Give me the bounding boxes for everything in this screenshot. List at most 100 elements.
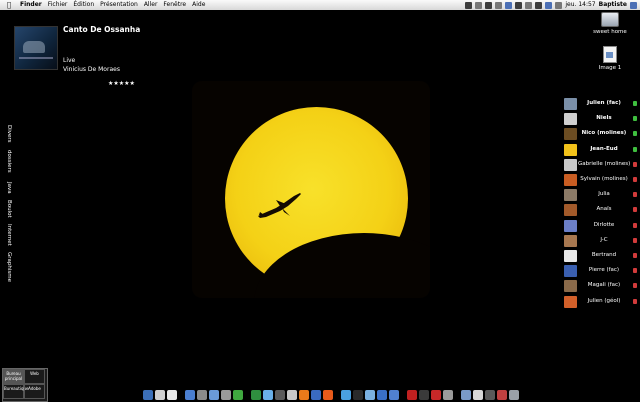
wifi-icon[interactable] bbox=[525, 1, 533, 9]
menu-finder[interactable]: Finder bbox=[17, 0, 45, 10]
buddy-status-icon bbox=[633, 253, 637, 258]
buddy-avatar-icon bbox=[564, 98, 577, 110]
desktop-icon-sweet-home[interactable]: sweet home bbox=[582, 12, 638, 35]
buddy-row[interactable]: Magali (fac) bbox=[561, 279, 640, 294]
apple-menu-icon[interactable]:  bbox=[5, 1, 13, 9]
side-dock-divers[interactable]: Divers bbox=[0, 125, 12, 143]
dock-app-icon[interactable] bbox=[509, 390, 519, 400]
menu-aller[interactable]: Aller bbox=[141, 0, 161, 10]
menu-clock[interactable]: jeu. 14:57 bbox=[565, 0, 595, 10]
dock-app-icon[interactable] bbox=[155, 390, 165, 400]
buddy-row[interactable]: Jean-Eud bbox=[561, 143, 640, 158]
language-flag-icon[interactable] bbox=[545, 1, 553, 9]
desktop-icon-label: Image 1 bbox=[598, 65, 622, 71]
document-icon bbox=[603, 46, 617, 63]
buddy-row[interactable]: Julien (géol) bbox=[561, 295, 640, 310]
buddy-row[interactable]: J-C bbox=[561, 234, 640, 249]
buddy-row[interactable]: Sylvain (molines) bbox=[561, 173, 640, 188]
dock-app-icon[interactable] bbox=[185, 390, 195, 400]
side-dock-boulot[interactable]: Boulot bbox=[0, 200, 12, 218]
buddy-row[interactable]: Niels bbox=[561, 112, 640, 127]
dock-app-icon[interactable] bbox=[323, 390, 333, 400]
buddy-name: Dirlotte bbox=[593, 221, 615, 228]
menu-extra-icon[interactable] bbox=[475, 1, 483, 9]
buddy-status-icon bbox=[633, 268, 637, 274]
menu-aide[interactable]: Aide bbox=[189, 0, 208, 10]
buddy-status-icon bbox=[633, 192, 637, 198]
side-dock-java[interactable]: Java bbox=[0, 182, 12, 194]
side-dock-dossiers[interactable]: dossiers bbox=[0, 150, 12, 173]
buddy-status-icon bbox=[633, 207, 637, 213]
buddy-row[interactable]: Nico (molines) bbox=[561, 127, 640, 142]
bluetooth-icon[interactable] bbox=[505, 1, 513, 9]
side-dock-graphisme[interactable]: Graphisme bbox=[0, 252, 12, 282]
menu-extra-icon[interactable] bbox=[485, 1, 493, 9]
buddy-status-icon bbox=[633, 101, 637, 106]
dock-app-icon[interactable] bbox=[197, 390, 207, 400]
menu-edition[interactable]: Édition bbox=[70, 0, 97, 10]
buddy-row[interactable]: Julien (fac) bbox=[561, 97, 640, 112]
buddy-row[interactable]: Gabrielle (molines) bbox=[561, 158, 640, 173]
dock-app-icon[interactable] bbox=[407, 390, 417, 400]
menu-fichier[interactable]: Fichier bbox=[45, 0, 71, 10]
dock-app-icon[interactable] bbox=[209, 390, 219, 400]
buddy-status-icon bbox=[633, 222, 637, 228]
dock-app-icon[interactable] bbox=[419, 390, 429, 400]
menu-presentation[interactable]: Présentation bbox=[97, 0, 141, 10]
battery-icon[interactable] bbox=[555, 1, 563, 9]
dock-app-icon[interactable] bbox=[461, 390, 471, 400]
buddy-row[interactable]: Julia bbox=[561, 188, 640, 203]
dock-app-icon[interactable] bbox=[473, 390, 483, 400]
side-dock-internet[interactable]: Internet bbox=[0, 224, 12, 246]
dock-app-icon[interactable] bbox=[233, 390, 243, 400]
dock-app-icon[interactable] bbox=[497, 390, 507, 400]
album-art[interactable] bbox=[14, 26, 58, 70]
dock-app-icon[interactable] bbox=[353, 390, 363, 400]
dock-app-icon[interactable] bbox=[431, 390, 441, 400]
buddy-row[interactable]: Dirlotte bbox=[561, 219, 640, 234]
buddy-row[interactable]: Anaïs bbox=[561, 203, 640, 218]
rating-stars[interactable]: ★★★★★ bbox=[108, 80, 135, 87]
dock-app-icon[interactable] bbox=[221, 390, 231, 400]
menu-bar:  Finder Fichier Édition Présentation Al… bbox=[0, 0, 640, 10]
buddy-avatar-icon bbox=[564, 128, 577, 141]
space-adobe[interactable]: Adobe bbox=[24, 384, 45, 399]
menu-extra-icon[interactable] bbox=[495, 1, 503, 9]
spaces-widget: Bureau principal Web Bureautique Adobe bbox=[2, 368, 48, 402]
dock-app-icon[interactable] bbox=[365, 390, 375, 400]
dock-app-icon[interactable] bbox=[275, 390, 285, 400]
menu-fenetre[interactable]: Fenêtre bbox=[160, 0, 189, 10]
sync-icon[interactable] bbox=[515, 1, 523, 9]
dock-app-icon[interactable] bbox=[341, 390, 351, 400]
dock-app-icon[interactable] bbox=[311, 390, 321, 400]
buddy-row[interactable]: Pierre (fac) bbox=[561, 264, 640, 279]
dock-app-icon[interactable] bbox=[377, 390, 387, 400]
space-bureautique[interactable]: Bureautique bbox=[3, 384, 29, 399]
dock-app-icon[interactable] bbox=[443, 390, 453, 400]
buddy-row[interactable]: Bertrand bbox=[561, 249, 640, 264]
space-web[interactable]: Web bbox=[24, 369, 45, 384]
dock-app-icon[interactable] bbox=[143, 390, 153, 400]
dock-app-icon[interactable] bbox=[299, 390, 309, 400]
dock-app-icon[interactable] bbox=[485, 390, 495, 400]
desktop-icon-label: sweet home bbox=[593, 29, 627, 35]
album-art-figure bbox=[23, 41, 45, 53]
buddy-name: Julien (géol) bbox=[587, 297, 621, 304]
buddy-status-icon bbox=[633, 131, 637, 137]
menu-user[interactable]: Baptiste bbox=[599, 0, 627, 10]
dock-app-icon[interactable] bbox=[251, 390, 261, 400]
album-name: Live bbox=[63, 57, 76, 64]
buddy-avatar-icon bbox=[564, 250, 577, 262]
buddy-name: J-C bbox=[600, 236, 608, 243]
dock-app-icon[interactable] bbox=[263, 390, 273, 400]
menu-extra-icon[interactable] bbox=[465, 1, 473, 9]
buddy-name: Niels bbox=[596, 115, 612, 122]
dock-app-icon[interactable] bbox=[287, 390, 297, 400]
space-bureau-principal[interactable]: Bureau principal bbox=[3, 369, 24, 384]
desktop-icon-image-1[interactable]: Image 1 bbox=[582, 46, 638, 71]
volume-icon[interactable] bbox=[535, 1, 543, 9]
spotlight-icon[interactable] bbox=[630, 1, 637, 9]
dock-app-icon[interactable] bbox=[167, 390, 177, 400]
dock-app-icon[interactable] bbox=[389, 390, 399, 400]
dock bbox=[143, 385, 519, 400]
